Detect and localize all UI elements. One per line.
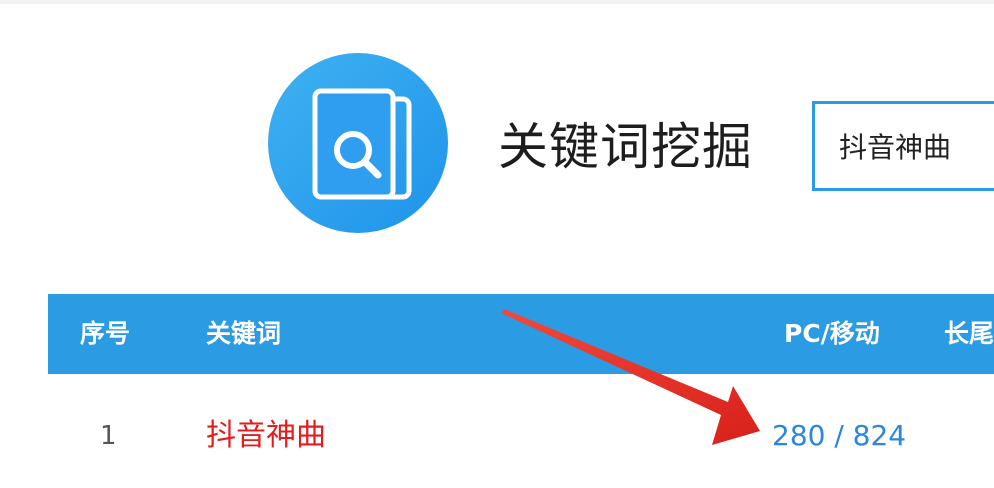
search-input[interactable] [812, 101, 994, 191]
logo [268, 53, 448, 233]
page-title: 关键词挖掘 [498, 118, 753, 176]
row-pc-mobile-value[interactable]: 280 / 824 [772, 398, 906, 474]
table-header: 序号 关键词 PC/移动 长尾 [48, 294, 994, 374]
book-search-icon [312, 88, 412, 200]
row-index: 1 [100, 421, 117, 451]
row-keyword-link[interactable]: 抖音神曲 [206, 398, 326, 474]
column-header-pc-mobile[interactable]: PC/移动 [784, 294, 880, 374]
keyword-mining-page: 关键词挖掘 序号 关键词 PC/移动 长尾 1 抖音神曲 280 / 824 [0, 0, 994, 488]
top-divider [0, 0, 994, 4]
column-header-index[interactable]: 序号 [80, 294, 130, 374]
column-header-long-tail[interactable]: 长尾 [944, 294, 994, 374]
table-row: 1 抖音神曲 280 / 824 [48, 398, 994, 474]
column-header-keyword[interactable]: 关键词 [206, 294, 281, 374]
